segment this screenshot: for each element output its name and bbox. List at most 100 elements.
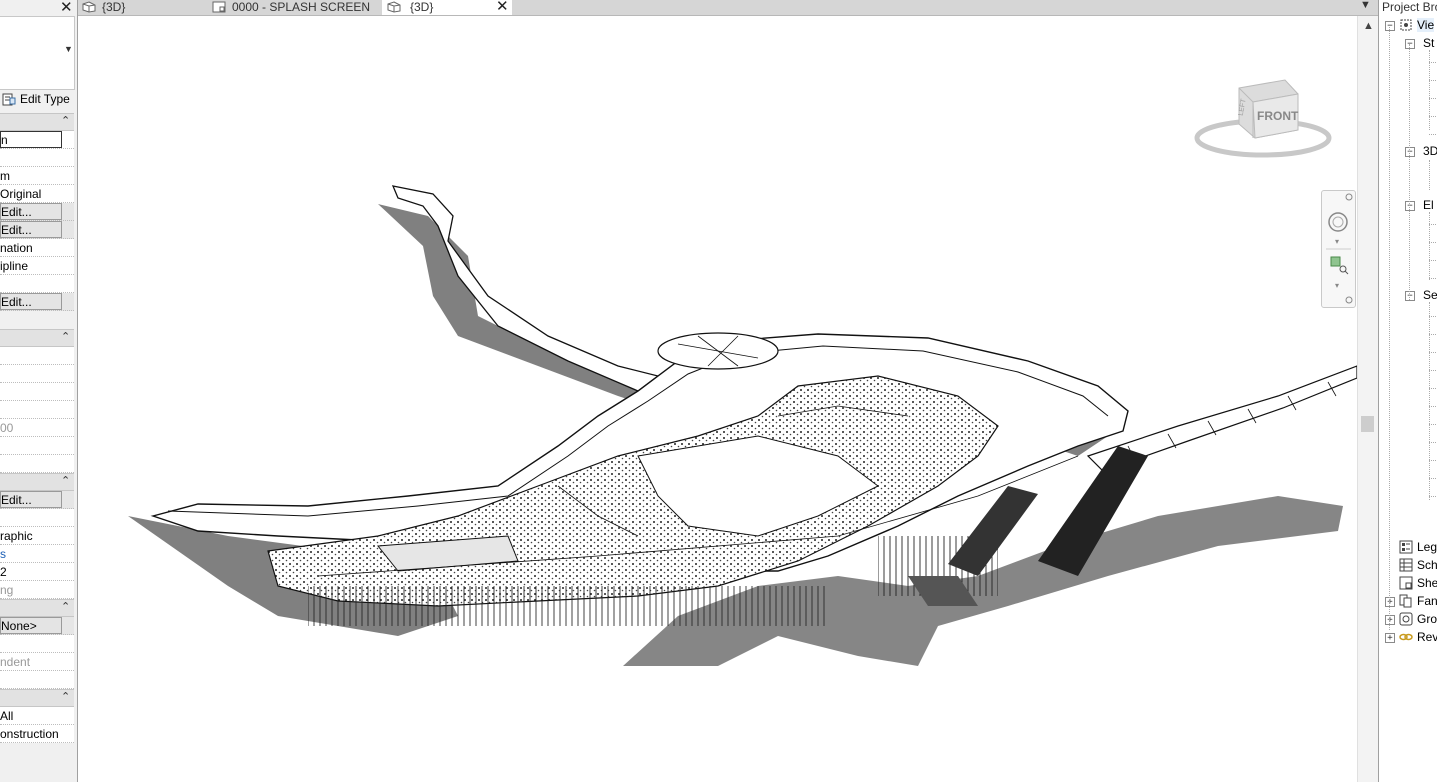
property-value[interactable]: Edit... — [0, 221, 74, 239]
zoom-region-icon[interactable] — [1330, 256, 1349, 275]
tab-label: 0000 - SPLASH SCREEN — [232, 0, 371, 14]
sheets-icon — [1399, 576, 1413, 590]
edit-button[interactable]: Edit... — [0, 203, 62, 220]
property-value-text: 2 — [0, 565, 7, 579]
property-value — [0, 671, 74, 689]
property-value-text: None> — [1, 619, 37, 633]
collapse-icon[interactable]: − — [1405, 147, 1415, 157]
views-icon — [1400, 19, 1412, 31]
property-value-text: m — [0, 169, 10, 183]
property-value-text: ndent — [0, 655, 31, 669]
tab-label: {3D} — [410, 0, 434, 14]
edit-button[interactable]: Edit... — [0, 491, 62, 508]
tree-connector — [1429, 388, 1437, 389]
tree-connector — [1429, 62, 1437, 63]
families-icon — [1399, 594, 1412, 608]
collapse-icon[interactable]: − — [1405, 201, 1415, 211]
tree-connector — [1429, 442, 1437, 443]
browser-node-label: Fan — [1417, 594, 1437, 608]
property-value: raphic — [0, 527, 74, 545]
view-tab-bar: {3D} 0000 - SPLASH SCREEN {3D} ✕ ▼ — [78, 0, 1378, 16]
tree-connector — [1429, 242, 1437, 243]
expand-icon[interactable]: + — [1385, 633, 1395, 643]
property-value-text: 00 — [0, 421, 14, 435]
browser-node-label: She — [1417, 576, 1437, 590]
tree-connector — [1429, 160, 1430, 190]
tab-3d-view[interactable]: {3D} — [82, 0, 202, 15]
vertical-scrollbar[interactable]: ▲ — [1357, 16, 1378, 782]
tree-connector — [1409, 44, 1410, 300]
property-group-header[interactable]: ⌃ — [0, 689, 74, 707]
property-group-header[interactable]: ⌃ — [0, 473, 74, 491]
property-value: All — [0, 707, 74, 725]
edit-type-button[interactable]: Edit Type — [0, 90, 74, 108]
tree-connector — [1429, 334, 1437, 335]
property-value-text: Original — [0, 187, 42, 201]
scroll-up-icon[interactable]: ▲ — [1363, 20, 1374, 32]
property-input[interactable]: n — [0, 131, 62, 148]
tree-connector — [1429, 496, 1437, 497]
chevron-down-icon[interactable]: ▼ — [64, 44, 73, 54]
collapse-icon[interactable]: ⌃ — [61, 690, 70, 703]
browser-node-label: Leg — [1417, 540, 1437, 554]
property-group-header[interactable]: ⌃ — [0, 113, 74, 131]
customize-icon[interactable] — [1345, 296, 1353, 304]
viewcube[interactable]: FRONT LEFT — [1193, 78, 1333, 163]
property-value[interactable]: Edit... — [0, 203, 74, 221]
3d-view-icon — [82, 1, 96, 13]
property-value-text: Edit... — [1, 295, 32, 309]
edit-type-label: Edit Type — [20, 92, 70, 106]
collapse-icon[interactable]: ⌃ — [61, 474, 70, 487]
tab-splash-screen[interactable]: 0000 - SPLASH SCREEN — [212, 0, 372, 15]
property-value[interactable]: n — [0, 131, 74, 149]
property-value[interactable]: Edit... — [0, 293, 74, 311]
property-value-text: ipline — [0, 259, 29, 273]
3d-view-icon — [387, 1, 401, 13]
viewcube-front-label[interactable]: FRONT — [1257, 109, 1299, 123]
tree-connector — [1429, 352, 1437, 353]
navigation-bar: ▾ ▾ — [1321, 190, 1356, 308]
property-group-header[interactable]: ⌃ — [0, 329, 74, 347]
tab-list-dropdown-icon[interactable]: ▼ — [1360, 0, 1371, 11]
property-value-text: All — [0, 709, 14, 723]
collapse-icon[interactable]: ⌃ — [61, 330, 70, 343]
expand-icon[interactable]: + — [1385, 597, 1395, 607]
collapse-icon[interactable]: ⌃ — [61, 114, 70, 127]
property-value-text: Edit... — [1, 223, 32, 237]
property-value — [0, 149, 74, 167]
property-value[interactable]: Edit... — [0, 491, 74, 509]
close-icon[interactable] — [1345, 193, 1353, 201]
tree-connector — [1429, 224, 1437, 225]
property-value: ipline — [0, 257, 74, 275]
property-value: 00 — [0, 419, 74, 437]
property-value — [0, 383, 74, 401]
property-value[interactable]: None> — [0, 617, 74, 635]
close-icon[interactable]: ✕ — [60, 0, 73, 16]
scrollbar-thumb[interactable] — [1361, 416, 1374, 432]
chevron-down-icon[interactable]: ▾ — [1335, 281, 1339, 290]
expand-icon[interactable]: + — [1385, 615, 1395, 625]
collapse-icon[interactable]: − — [1405, 39, 1415, 49]
tab-3d-view-active[interactable]: {3D} ✕ — [382, 0, 512, 15]
properties-panel: ✕ ▼ Edit Type ⌃ ⌃ ⌃ ⌃ ⌃ n m Original Edit... Edi… — [0, 0, 78, 782]
steering-wheel-icon[interactable] — [1328, 212, 1348, 232]
edit-button[interactable]: Edit... — [0, 293, 62, 310]
tree-connector — [1429, 478, 1437, 479]
edit-button[interactable]: None> — [0, 617, 62, 634]
collapse-icon[interactable]: − — [1385, 21, 1395, 31]
browser-node-label: Rev — [1417, 630, 1437, 644]
tree-connector — [1429, 116, 1437, 117]
collapse-icon[interactable]: ⌃ — [61, 600, 70, 613]
tab-label: {3D} — [102, 0, 126, 14]
edit-button[interactable]: Edit... — [0, 221, 62, 238]
3d-viewport[interactable]: FRONT LEFT ▾ ▾ — [78, 16, 1357, 782]
property-value: ng — [0, 581, 74, 599]
tree-connector — [1429, 370, 1437, 371]
property-value — [0, 509, 74, 527]
browser-node-label: Vie — [1417, 18, 1435, 32]
property-value: Original — [0, 185, 74, 203]
chevron-down-icon[interactable]: ▾ — [1335, 237, 1339, 246]
property-group-header[interactable]: ⌃ — [0, 599, 74, 617]
collapse-icon[interactable]: − — [1405, 291, 1415, 301]
close-tab-icon[interactable]: ✕ — [496, 0, 509, 15]
